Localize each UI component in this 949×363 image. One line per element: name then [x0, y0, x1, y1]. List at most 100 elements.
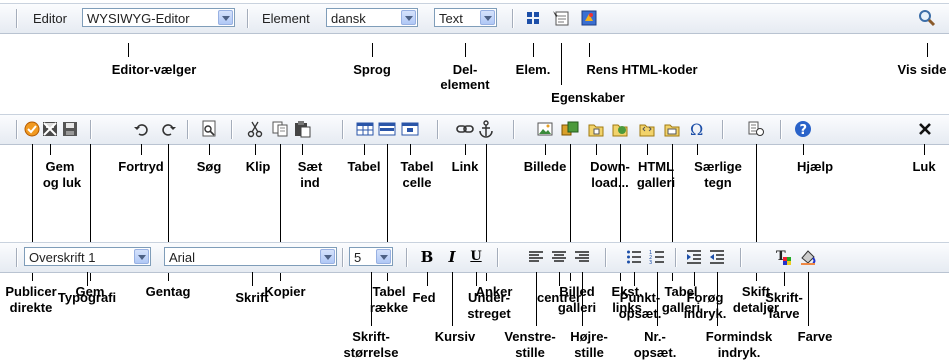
underline-button[interactable]: U [467, 248, 485, 266]
table-row-icon[interactable] [378, 120, 396, 138]
help-icon[interactable]: ? [794, 120, 812, 138]
align-right-icon[interactable] [573, 248, 591, 266]
table-gallery-icon[interactable] [663, 120, 681, 138]
image-gallery-icon[interactable] [561, 120, 579, 138]
label-numbering-2: opsæt. [633, 345, 677, 360]
label-language: Sprog [353, 62, 391, 77]
align-left-icon[interactable] [527, 248, 545, 266]
download-icon[interactable] [587, 120, 605, 138]
outdent-icon[interactable] [708, 248, 726, 266]
format-select-value: Overskrift 1 [29, 250, 96, 265]
toolbar-grip [16, 120, 17, 139]
close-icon[interactable] [916, 120, 934, 138]
table-cell-icon[interactable] [401, 120, 419, 138]
label-font-size-1: Skrift- [352, 329, 390, 344]
save-close-icon[interactable] [41, 120, 59, 138]
chevron-down-icon[interactable] [134, 249, 149, 264]
cut-icon[interactable] [246, 120, 264, 138]
label-redo: Gentag [145, 284, 191, 299]
align-center-icon[interactable] [550, 248, 568, 266]
label-download-2: load... [591, 175, 629, 190]
label-show-page: Vis side [897, 62, 947, 77]
label-editor-selector: Editor-vælger [111, 62, 197, 77]
label-center: centrer [536, 290, 582, 305]
label-html-gallery-2: galleri [636, 175, 676, 190]
leader-line [927, 43, 928, 57]
leader-line [657, 272, 658, 326]
leader-line [808, 272, 809, 326]
undo-icon[interactable] [133, 120, 151, 138]
svg-text:Ω: Ω [690, 120, 703, 138]
label-copy: Kopier [264, 284, 306, 299]
sub-element-select[interactable]: Text [434, 8, 497, 27]
chevron-down-icon[interactable] [376, 249, 391, 264]
leader-line [87, 272, 88, 286]
leader-line [465, 43, 466, 57]
leader-line [364, 144, 365, 155]
bold-button[interactable]: B [418, 248, 436, 266]
html-gallery-icon[interactable] [638, 120, 656, 138]
label-color: Farve [797, 329, 833, 344]
table-icon[interactable] [356, 120, 374, 138]
italic-button[interactable]: I [443, 248, 461, 266]
language-select[interactable]: dansk [326, 8, 418, 27]
chevron-down-icon[interactable] [218, 10, 233, 25]
properties-icon[interactable] [552, 9, 570, 27]
chevron-down-icon[interactable] [320, 249, 335, 264]
label-paste-2: ind [300, 175, 320, 190]
separator [90, 120, 91, 139]
leader-line [717, 272, 718, 326]
label-font-size-2: størrelse [343, 345, 399, 360]
paste-icon[interactable] [293, 120, 311, 138]
label-align-right-2: stille [574, 345, 604, 360]
leader-line [427, 272, 428, 286]
elements-grid-icon[interactable] [524, 9, 542, 27]
redo-icon[interactable] [159, 120, 177, 138]
font-select[interactable]: Arial [164, 247, 337, 266]
leader-line [634, 272, 635, 286]
separator [605, 248, 606, 267]
label-sub-element-2: element [440, 77, 490, 92]
save-icon[interactable] [61, 120, 79, 138]
copy-icon[interactable] [271, 120, 289, 138]
label-typography: Typografi [57, 290, 117, 305]
label-align-right-1: Højre- [570, 329, 608, 344]
indent-icon[interactable] [685, 248, 703, 266]
separator [342, 120, 343, 139]
label-elem: Elem. [515, 62, 551, 77]
leader-line [596, 144, 597, 155]
svg-text:?: ? [800, 123, 808, 138]
preview-magnifier-icon[interactable] [918, 9, 936, 27]
search-icon[interactable] [200, 120, 218, 138]
image-icon[interactable] [536, 120, 554, 138]
toolbar-format: Overskrift 1 Arial 5 B I U 123 T [0, 242, 949, 273]
publish-icon[interactable] [23, 120, 41, 138]
leader-line [784, 272, 785, 286]
numbered-list-icon[interactable]: 123 [648, 248, 666, 266]
separator [513, 120, 514, 139]
label-paste-1: Sæt [297, 159, 323, 174]
label-align-left-1: Venstre- [504, 329, 556, 344]
leader-line [924, 144, 925, 155]
label-bullets-2: opsæt. [618, 306, 662, 321]
bullet-list-icon[interactable] [625, 248, 643, 266]
label-html-gallery-1: HTML [637, 159, 675, 174]
highlight-color-icon[interactable] [799, 248, 817, 266]
external-links-icon[interactable] [611, 120, 629, 138]
font-size-select[interactable]: 5 [349, 247, 393, 266]
font-color-icon[interactable]: T [775, 248, 793, 266]
chevron-down-icon[interactable] [480, 10, 495, 25]
switch-details-icon[interactable] [747, 120, 765, 138]
chevron-down-icon[interactable] [401, 10, 416, 25]
special-characters-icon[interactable]: Ω [688, 120, 706, 138]
editor-select[interactable]: WYSIWYG-Editor [82, 8, 235, 27]
clean-html-icon[interactable] [580, 9, 598, 27]
link-icon[interactable] [456, 120, 474, 138]
format-select[interactable]: Overskrift 1 [24, 247, 151, 266]
label-image: Billede [523, 159, 567, 174]
label-close: Luk [912, 159, 936, 174]
anchor-icon[interactable] [477, 120, 495, 138]
separator [342, 248, 343, 267]
label-publish-1: Publicer [5, 284, 57, 299]
label-bold: Fed [412, 290, 436, 305]
